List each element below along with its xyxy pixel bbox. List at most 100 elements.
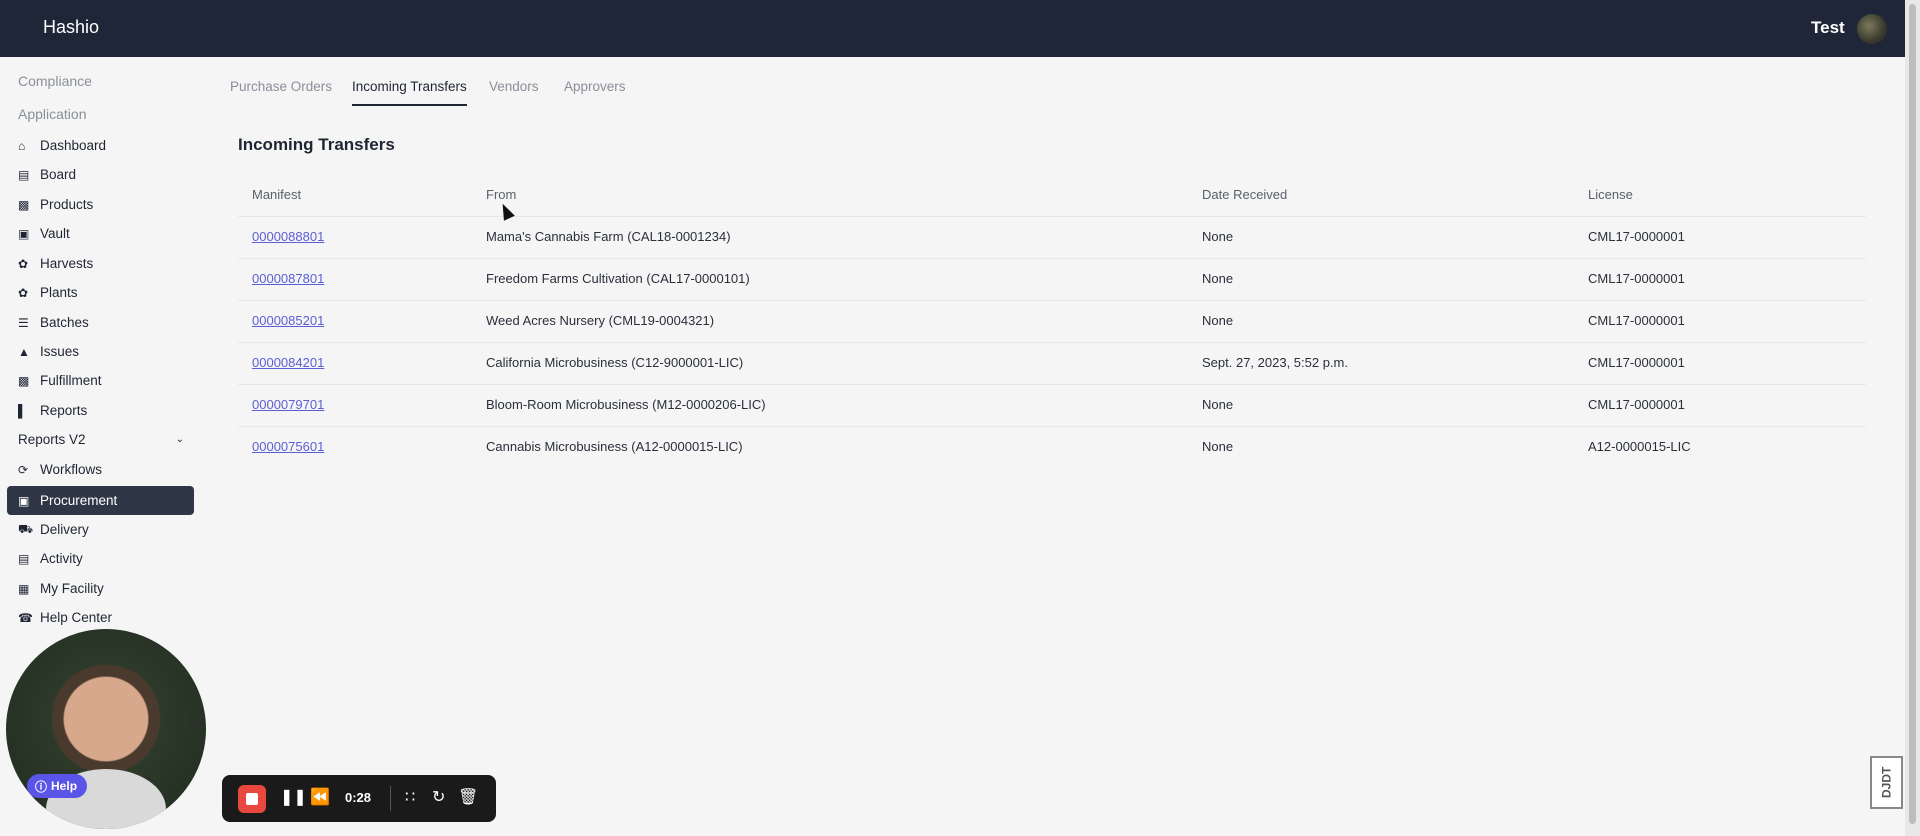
plants-icon: ✿: [18, 285, 29, 300]
sidebar-item-my-facility[interactable]: ▦ My Facility: [7, 574, 194, 603]
facility-icon: ▦: [18, 581, 30, 596]
date-received-cell: None: [1202, 313, 1234, 328]
sidebar-section-compliance[interactable]: Compliance: [18, 73, 92, 89]
column-header-from[interactable]: From: [486, 187, 516, 202]
fulfillment-icon: ▩: [18, 373, 30, 388]
tab-purchase-orders[interactable]: Purchase Orders: [230, 79, 332, 104]
sidebar-item-label: Procurement: [40, 493, 118, 508]
manifest-cell: 0000088801: [252, 229, 324, 244]
manifest-cell: 0000079701: [252, 397, 324, 412]
sidebar-item-label: Activity: [40, 551, 83, 566]
grid-button[interactable]: ∷: [405, 787, 415, 807]
date-received-cell: None: [1202, 271, 1234, 286]
user-name[interactable]: Test: [1811, 18, 1845, 38]
sidebar-item-dashboard[interactable]: ⌂ Dashboard: [7, 131, 194, 160]
tab-approvers[interactable]: Approvers: [564, 79, 626, 104]
warning-icon: ▲: [18, 344, 30, 359]
sidebar-item-fulfillment[interactable]: ▩ Fulfillment: [7, 366, 194, 395]
pause-button[interactable]: ❚❚: [280, 787, 307, 807]
license-cell: CML17-0000001: [1588, 313, 1685, 328]
from-cell: Freedom Farms Cultivation (CAL17-0000101…: [486, 271, 750, 286]
manifest-link[interactable]: 0000084201: [252, 355, 324, 370]
truck-icon: ⛟: [18, 521, 34, 536]
webcam-overlay[interactable]: [6, 629, 206, 829]
column-header-date-received[interactable]: Date Received: [1202, 187, 1287, 202]
sidebar-item-products[interactable]: ▩ Products: [7, 190, 194, 219]
help-button[interactable]: ⓘ Help: [27, 774, 88, 798]
sidebar-item-delivery[interactable]: ⛟ Delivery: [7, 515, 194, 544]
rewind-button[interactable]: ⏪: [310, 787, 330, 807]
manifest-cell: 0000085201: [252, 313, 324, 328]
sidebar-section-application[interactable]: Application: [18, 106, 87, 122]
from-cell: Weed Acres Nursery (CML19-0004321): [486, 313, 715, 328]
license-cell: CML17-0000001: [1588, 229, 1685, 244]
sidebar-item-label: Board: [40, 167, 77, 182]
column-header-license[interactable]: License: [1588, 187, 1633, 202]
license-cell: A12-0000015-LIC: [1588, 439, 1691, 454]
date-received-cell: None: [1202, 229, 1234, 244]
license-cell: CML17-0000001: [1588, 271, 1685, 286]
manifest-link[interactable]: 0000088801: [252, 229, 324, 244]
help-label: Help: [51, 779, 78, 793]
sidebar-item-label: Fulfillment: [40, 373, 102, 388]
manifest-link[interactable]: 0000087801: [252, 271, 324, 286]
main-content: Purchase Orders Incoming Transfers Vendo…: [200, 57, 1905, 836]
sidebar-item-help-center[interactable]: ☎ Help Center: [7, 603, 194, 632]
stop-recording-button[interactable]: [238, 785, 266, 813]
date-received-cell: None: [1202, 397, 1234, 412]
sidebar-item-workflows[interactable]: ⟳ Workflows: [7, 455, 194, 484]
scrollbar-thumb[interactable]: [1909, 4, 1916, 824]
home-icon: ⌂: [18, 138, 26, 153]
debug-toolbar-badge[interactable]: DJDT: [1870, 756, 1903, 809]
sidebar-item-vault[interactable]: ▣ Vault: [7, 219, 194, 248]
sidebar-item-label: Plants: [40, 285, 78, 300]
sidebar-item-reports-v2[interactable]: Reports V2 ⌄: [7, 425, 194, 454]
table-row: 0000085201 Weed Acres Nursery (CML19-000…: [238, 301, 1866, 343]
sidebar-item-plants[interactable]: ✿ Plants: [7, 278, 194, 307]
sidebar-item-harvests[interactable]: ✿ Harvests: [7, 249, 194, 278]
manifest-cell: 0000075601: [252, 439, 324, 454]
avatar[interactable]: [1857, 14, 1887, 44]
sidebar-item-activity[interactable]: ▤ Activity: [7, 544, 194, 573]
sidebar-item-label: Dashboard: [40, 138, 107, 153]
workflows-icon: ⟳: [18, 462, 29, 477]
table-header: Manifest From Date Received License: [238, 175, 1866, 217]
sidebar-item-batches[interactable]: ☰ Batches: [7, 308, 194, 337]
sidebar-item-label: Issues: [40, 344, 80, 359]
tab-incoming-transfers[interactable]: Incoming Transfers: [352, 79, 467, 106]
delete-button[interactable]: 🗑: [458, 787, 478, 807]
harvests-icon: ✿: [18, 256, 29, 271]
from-cell: Cannabis Microbusiness (A12-0000015-LIC): [486, 439, 743, 454]
table-row: 0000084201 California Microbusiness (C12…: [238, 343, 1866, 385]
sidebar-item-label: Reports: [40, 403, 88, 418]
manifest-link[interactable]: 0000075601: [252, 439, 324, 454]
help-circle-icon: ⓘ: [35, 779, 48, 794]
transfers-table: Manifest From Date Received License 0000…: [238, 175, 1866, 468]
table-row: 0000088801 Mama's Cannabis Farm (CAL18-0…: [238, 217, 1866, 259]
sidebar-item-procurement[interactable]: ▣ Procurement: [7, 486, 194, 515]
manifest-link[interactable]: 0000079701: [252, 397, 324, 412]
vault-icon: ▣: [18, 226, 30, 241]
sidebar-item-label: My Facility: [40, 581, 104, 596]
sidebar-item-label: Products: [40, 197, 94, 212]
license-cell: CML17-0000001: [1588, 397, 1685, 412]
date-received-cell: None: [1202, 439, 1234, 454]
sidebar-item-issues[interactable]: ▲ Issues: [7, 337, 194, 366]
sidebar-item-label: Vault: [40, 226, 70, 241]
brand-logo[interactable]: Hashio: [43, 17, 99, 38]
manifest-cell: 0000084201: [252, 355, 324, 370]
manifest-link[interactable]: 0000085201: [252, 313, 324, 328]
column-header-manifest[interactable]: Manifest: [252, 187, 301, 202]
sidebar-item-board[interactable]: ▤ Board: [7, 160, 194, 189]
page-title: Incoming Transfers: [238, 135, 395, 154]
tab-vendors[interactable]: Vendors: [489, 79, 539, 104]
sidebar-item-label: Harvests: [40, 256, 94, 271]
restart-button[interactable]: ↻: [432, 787, 445, 807]
from-cell: Bloom-Room Microbusiness (M12-0000206-LI…: [486, 397, 766, 412]
toolbar-divider: [390, 786, 391, 811]
recording-time: 0:28: [345, 790, 372, 805]
sidebar-item-reports[interactable]: ▌ Reports: [7, 396, 194, 425]
table-row: 0000075601 Cannabis Microbusiness (A12-0…: [238, 427, 1866, 468]
license-cell: CML17-0000001: [1588, 355, 1685, 370]
date-received-cell: Sept. 27, 2023, 5:52 p.m.: [1202, 355, 1348, 370]
